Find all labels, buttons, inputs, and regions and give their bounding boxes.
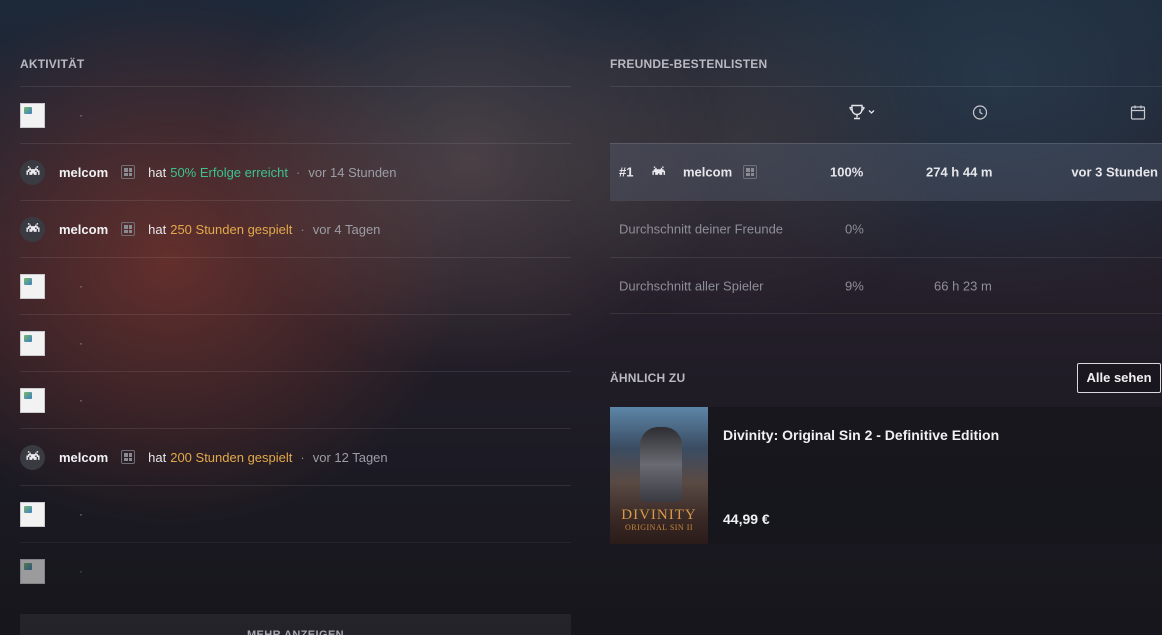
similar-title: ÄHNLICH ZU (610, 371, 686, 385)
activity-highlight: 250 Stunden gespielt (170, 221, 293, 237)
separator-dot: · (300, 221, 305, 237)
sort-achievements-button[interactable] (849, 104, 875, 126)
user-name[interactable]: melcom (59, 450, 108, 465)
similar-game-card[interactable]: DIVINITY ORIGINAL SIN II Divinity: Origi… (610, 407, 1162, 544)
activity-verb: hat (148, 221, 167, 237)
list-item[interactable]: · (20, 257, 571, 314)
activity-list: · melcom hat 50% Erfolge erreicht · vor … (20, 86, 571, 599)
last-played-value: vor 3 Stunden (1071, 164, 1158, 180)
cover-logo: DIVINITY (621, 507, 697, 523)
separator-dot: · (296, 164, 301, 180)
broken-image-icon (20, 102, 45, 128)
leaderboard-row-friends-average: Durchschnitt deiner Freunde 0% (610, 200, 1162, 257)
avatar[interactable] (20, 159, 45, 185)
achievements-value: 0% (845, 221, 864, 237)
space-invader-icon (25, 166, 40, 175)
list-item[interactable]: · (20, 371, 571, 428)
row-label: Durchschnitt deiner Freunde (619, 221, 784, 237)
space-invader-icon (25, 223, 40, 232)
broken-image-icon (20, 330, 45, 356)
row-label: Durchschnitt aller Spieler (619, 278, 764, 293)
broken-image-icon (20, 273, 45, 299)
user-name[interactable]: melcom (59, 222, 108, 237)
separator-dot: · (79, 393, 83, 407)
list-item[interactable]: · (20, 314, 571, 371)
rank: #1 (619, 164, 634, 180)
separator-dot: · (79, 564, 83, 578)
activity-highlight: 200 Stunden gespielt (170, 449, 293, 465)
avatar[interactable] (20, 216, 45, 242)
show-more-button[interactable]: MEHR ANZEIGEN (20, 614, 571, 635)
activity-time: vor 14 Stunden (308, 164, 397, 180)
activity-verb: hat (148, 164, 167, 180)
activity-highlight: 50% Erfolge erreicht (170, 164, 288, 180)
space-invader-icon (25, 451, 40, 460)
list-item[interactable]: · (20, 542, 571, 599)
activity-title: AKTIVITÄT (20, 57, 85, 71)
broken-image-icon (20, 501, 45, 527)
friends-leaderboard: #1 melcom 100% 274 h 44 m vor 3 Stunden … (610, 86, 1162, 314)
leaderboard-row-all-average: Durchschnitt aller Spieler 9% 66 h 23 m (610, 257, 1162, 314)
cover-subtitle: ORIGINAL SIN II (624, 523, 694, 532)
gog-platform-icon (743, 165, 757, 179)
game-cover-image[interactable]: DIVINITY ORIGINAL SIN II (610, 407, 708, 544)
list-item[interactable]: melcom hat 200 Stunden gespielt · vor 12… (20, 428, 571, 485)
clock-icon (972, 105, 988, 120)
avatar[interactable] (20, 444, 45, 470)
broken-image-icon (20, 558, 45, 584)
list-item[interactable]: melcom hat 250 Stunden gespielt · vor 4 … (20, 200, 571, 257)
game-title[interactable]: Divinity: Original Sin 2 - Definitive Ed… (723, 427, 999, 443)
leaderboard-row-me[interactable]: #1 melcom 100% 274 h 44 m vor 3 Stunden (610, 143, 1162, 200)
see-all-button[interactable]: Alle sehen (1077, 363, 1161, 393)
gog-platform-icon (121, 450, 136, 464)
broken-image-icon (20, 387, 45, 413)
separator-dot: · (79, 108, 83, 122)
cover-figure (640, 427, 682, 502)
playtime-value: 66 h 23 m (934, 278, 992, 293)
separator-dot: · (79, 279, 83, 293)
list-item[interactable]: · (20, 485, 571, 542)
separator-dot: · (79, 336, 83, 350)
separator-dot: · (79, 507, 83, 521)
user-name[interactable]: melcom (59, 165, 108, 180)
gog-platform-icon (121, 222, 136, 236)
separator-dot: · (300, 449, 305, 465)
playtime-value: 274 h 44 m (926, 164, 993, 180)
space-invader-icon (652, 166, 665, 175)
achievements-value: 9% (845, 278, 864, 293)
sort-last-played-button[interactable] (1130, 105, 1146, 126)
chevron-down-icon (868, 110, 875, 114)
user-name[interactable]: melcom (683, 165, 732, 180)
sort-playtime-button[interactable] (972, 105, 988, 126)
activity-time: vor 12 Tagen (312, 449, 388, 465)
calendar-icon (1130, 105, 1146, 120)
activity-verb: hat (148, 449, 167, 465)
trophy-icon (849, 104, 875, 120)
activity-time: vor 4 Tagen (312, 221, 381, 237)
gog-platform-icon (121, 165, 136, 179)
achievements-value: 100% (830, 164, 864, 180)
list-item[interactable]: · (20, 86, 571, 143)
leaderboard-header (610, 86, 1162, 143)
list-item[interactable]: melcom hat 50% Erfolge erreicht · vor 14… (20, 143, 571, 200)
game-price: 44,99 € (723, 511, 770, 527)
leaderboard-title: FREUNDE-BESTENLISTEN (610, 57, 768, 71)
avatar[interactable] (648, 162, 669, 183)
